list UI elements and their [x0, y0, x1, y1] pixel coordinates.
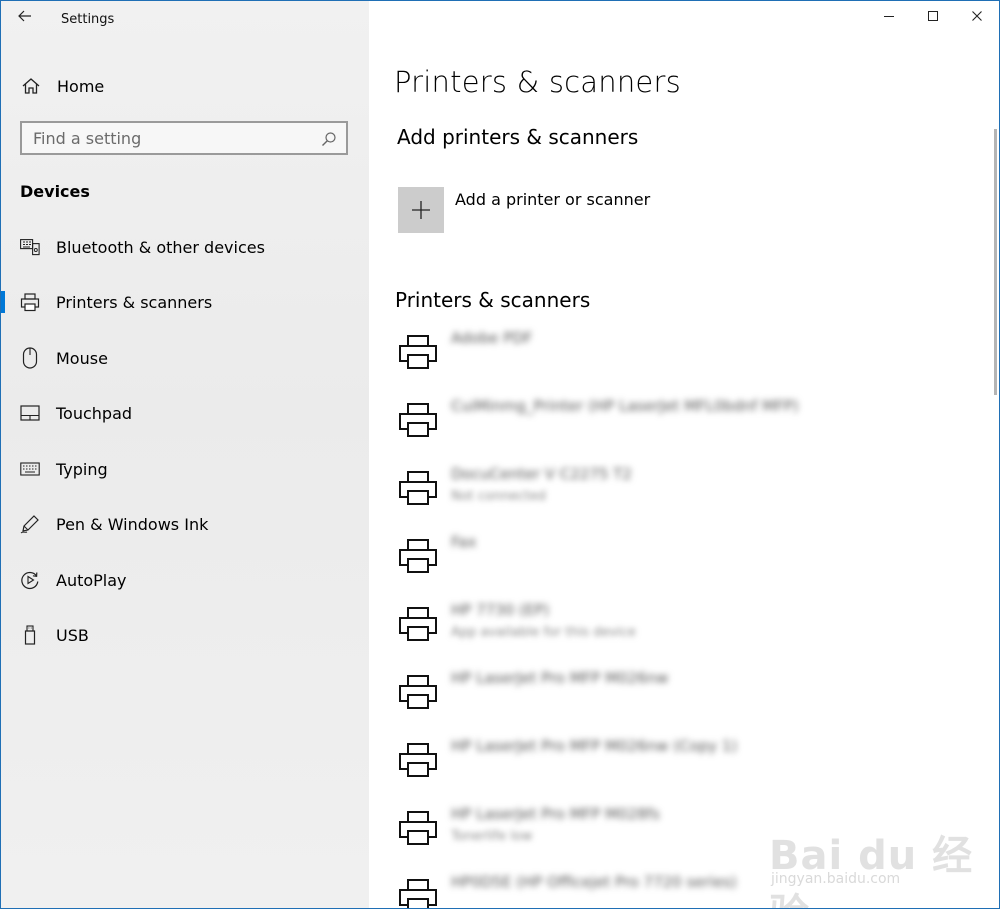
maximize-button[interactable] [911, 1, 955, 31]
sidebar-item-label: Bluetooth & other devices [56, 237, 265, 257]
minimize-button[interactable] [867, 1, 911, 31]
pen-icon [19, 513, 41, 535]
printer-icon [398, 741, 438, 781]
printers-list-title: Printers & scanners [395, 288, 591, 312]
minimize-icon [884, 16, 894, 17]
printer-icon [398, 401, 438, 441]
plus-icon [412, 201, 430, 219]
printer-name: CuiMinmg_Printer (HP LaserJet MFL0bdnf M… [451, 397, 799, 415]
printer-list-item[interactable]: HP 7730 (EP) App available for this devic… [398, 599, 958, 655]
printer-icon [398, 537, 438, 577]
autoplay-icon [19, 569, 41, 591]
sidebar-item-printers[interactable]: Printers & scanners [1, 282, 369, 322]
sidebar-item-touchpad[interactable]: Touchpad [1, 393, 369, 433]
printer-icon [398, 673, 438, 713]
sidebar-item-label: Touchpad [56, 403, 133, 423]
printer-list-item[interactable]: DocuCenter V C2275 T2 Not connected [398, 463, 958, 519]
sidebar-item-mouse[interactable]: Mouse [1, 338, 369, 378]
maximize-icon [928, 11, 938, 21]
printer-name: Adobe PDF [451, 329, 533, 347]
sidebar-item-autoplay[interactable]: AutoPlay [1, 560, 369, 600]
touchpad-icon [19, 402, 41, 424]
printer-list-item[interactable]: Fax [398, 531, 958, 587]
sidebar-item-label: Printers & scanners [56, 292, 213, 312]
printer-name: DocuCenter V C2275 T2 [451, 465, 632, 483]
scrollbar[interactable] [994, 129, 997, 395]
printer-icon [398, 877, 438, 908]
add-printer-label: Add a printer or scanner [455, 190, 651, 209]
sidebar-item-label: Mouse [56, 348, 108, 368]
printer-icon [398, 605, 438, 645]
sidebar: Settings Home Devices Bluetooth & other … [1, 1, 369, 908]
printer-icon [398, 469, 438, 509]
sidebar-item-bluetooth[interactable]: Bluetooth & other devices [1, 227, 369, 267]
window-controls [867, 1, 999, 31]
home-label: Home [57, 76, 105, 96]
printer-list-item[interactable]: HP LaserJet Pro MFP M026nw [398, 667, 958, 723]
settings-window: Settings Home Devices Bluetooth & other … [0, 0, 1000, 909]
sidebar-item-label: AutoPlay [56, 570, 127, 590]
sidebar-item-typing[interactable]: Typing [1, 449, 369, 489]
printer-name: Fax [451, 533, 477, 551]
home-link[interactable]: Home [19, 73, 104, 99]
close-button[interactable] [955, 1, 999, 31]
printer-icon [19, 291, 41, 313]
section-heading: Devices [20, 182, 90, 201]
printer-name: HP LaserJet Pro MFP M028fs [451, 805, 660, 823]
back-button[interactable] [13, 5, 37, 27]
title-bar: Settings [1, 1, 369, 39]
back-arrow-icon [18, 10, 31, 22]
app-title: Settings [61, 12, 115, 27]
add-section-title: Add printers & scanners [397, 125, 639, 149]
home-icon [19, 74, 43, 98]
printer-icon [398, 333, 438, 373]
mouse-icon [19, 347, 41, 369]
printer-name: HP LaserJet Pro MFP M026nw [451, 669, 669, 687]
printer-name: HP LaserJet Pro MFP M026nw (Copy 1) [451, 737, 738, 755]
add-tile [398, 187, 444, 233]
sidebar-item-pen[interactable]: Pen & Windows Ink [1, 504, 369, 544]
search-input[interactable] [22, 127, 315, 149]
main-content: Printers & scanners Add printers & scann… [369, 1, 999, 908]
printer-status: Tonerlife low [451, 829, 533, 844]
sidebar-item-label: USB [56, 625, 89, 645]
printer-list-item[interactable]: HP0D5E (HP Officejet Pro 7720 series) [398, 871, 958, 908]
printer-list-item[interactable]: HP LaserJet Pro MFP M028fs Tonerlife low [398, 803, 958, 859]
selection-indicator [1, 291, 5, 313]
page-title: Printers & scanners [394, 65, 681, 99]
sidebar-item-usb[interactable]: USB [1, 615, 369, 655]
sidebar-item-label: Pen & Windows Ink [56, 514, 209, 534]
printer-status: Not connected [451, 489, 546, 504]
sidebar-item-label: Typing [56, 459, 108, 479]
printer-status: App available for this device [451, 625, 636, 640]
printer-name: HP 7730 (EP) [451, 601, 550, 619]
search-box[interactable] [20, 121, 348, 155]
close-icon [972, 11, 982, 21]
add-printer-button[interactable]: Add a printer or scanner [398, 187, 650, 233]
printer-list-item[interactable]: CuiMinmg_Printer (HP LaserJet MFL0bdnf M… [398, 395, 958, 451]
printer-name: HP0D5E (HP Officejet Pro 7720 series) [451, 873, 737, 891]
search-icon[interactable] [320, 130, 338, 148]
printer-icon [398, 809, 438, 849]
usb-icon [19, 624, 41, 646]
printer-list-item[interactable]: Adobe PDF [398, 327, 958, 383]
bluetooth-devices-icon [19, 236, 41, 258]
printer-list-item[interactable]: HP LaserJet Pro MFP M026nw (Copy 1) [398, 735, 958, 791]
keyboard-icon [19, 458, 41, 480]
